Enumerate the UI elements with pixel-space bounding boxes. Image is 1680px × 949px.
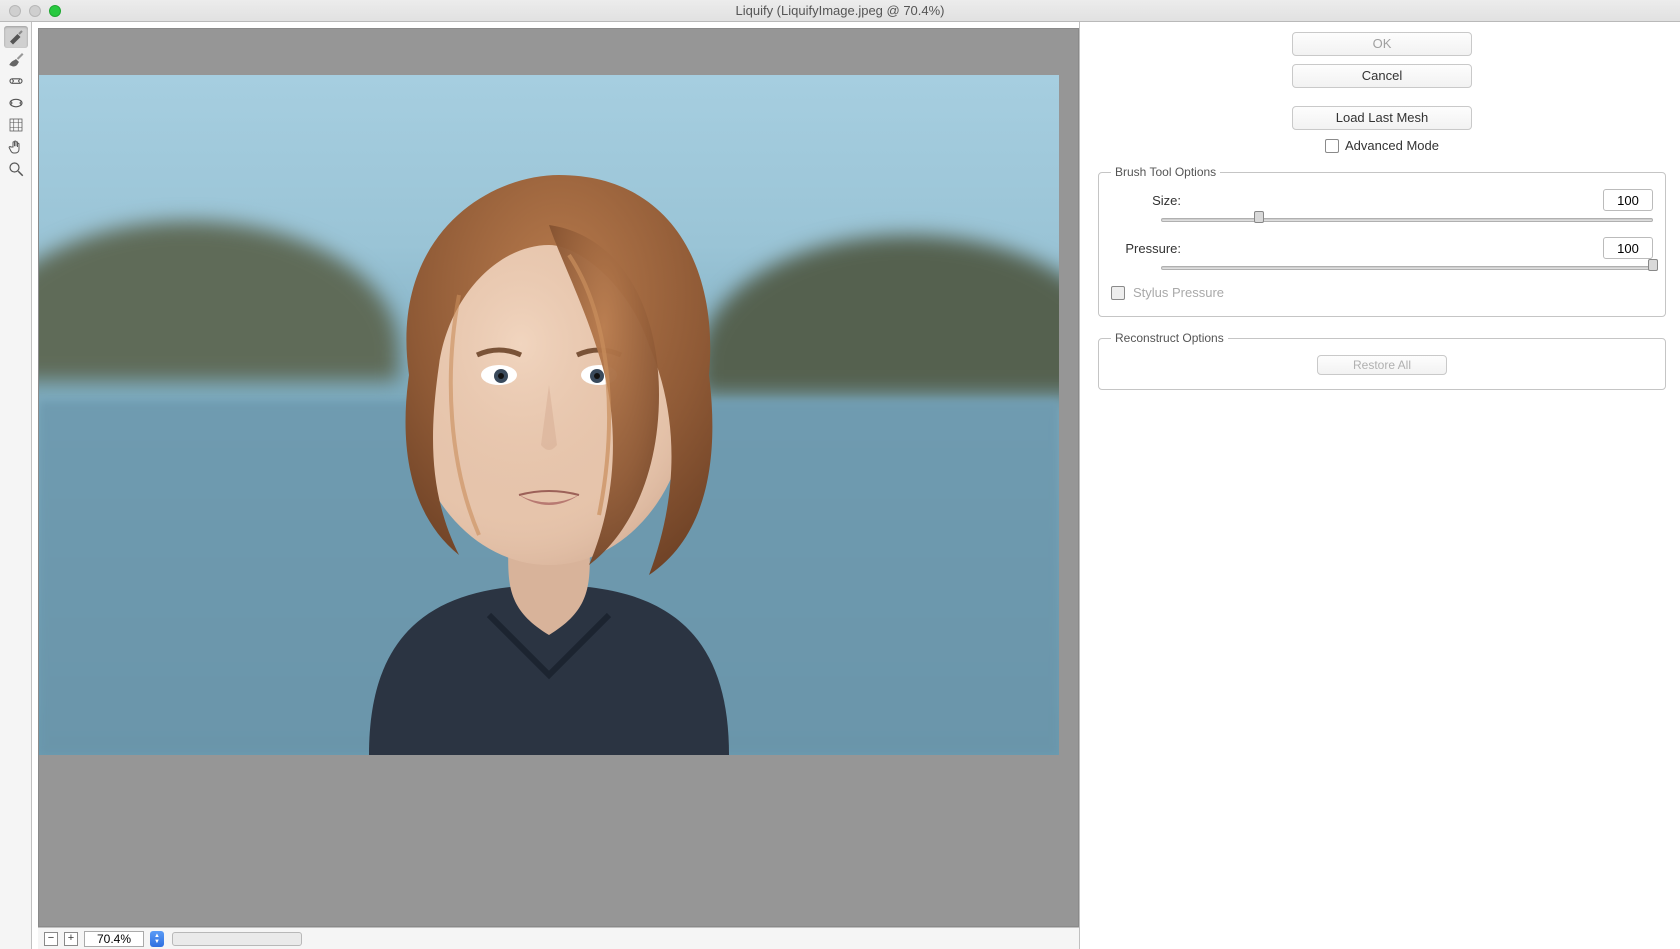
- canvas-area: − + ▲ ▼: [32, 22, 1080, 949]
- hand-tool[interactable]: [4, 136, 28, 158]
- tools-toolbar: [0, 22, 32, 949]
- zoom-field[interactable]: [84, 931, 144, 947]
- window-controls: [0, 5, 61, 17]
- horizontal-scrollbar[interactable]: [172, 932, 302, 946]
- reconstruct-tool[interactable]: [4, 48, 28, 70]
- zoom-tool[interactable]: [4, 158, 28, 180]
- advanced-mode-label: Advanced Mode: [1345, 138, 1439, 153]
- pucker-tool[interactable]: [4, 70, 28, 92]
- stylus-pressure-checkbox: [1111, 286, 1125, 300]
- brush-size-slider[interactable]: [1161, 213, 1653, 227]
- brush-size-label: Size:: [1111, 193, 1181, 208]
- forward-warp-tool[interactable]: [4, 26, 28, 48]
- close-window-button[interactable]: [9, 5, 21, 17]
- chevron-down-icon: ▼: [154, 939, 160, 945]
- image-content: [39, 75, 1059, 755]
- brush-pressure-row: Pressure:: [1111, 237, 1653, 259]
- pucker-icon: [7, 72, 25, 90]
- brush-tool-options-legend: Brush Tool Options: [1111, 165, 1220, 179]
- load-last-mesh-button[interactable]: Load Last Mesh: [1292, 106, 1472, 130]
- advanced-mode-row: Advanced Mode: [1098, 138, 1666, 153]
- stylus-pressure-row: Stylus Pressure: [1111, 285, 1653, 300]
- brush-tool-options-group: Brush Tool Options Size: Pressure: Stylu…: [1098, 165, 1666, 317]
- brush-size-row: Size:: [1111, 189, 1653, 211]
- magnifier-icon: [7, 160, 25, 178]
- bloat-tool[interactable]: [4, 92, 28, 114]
- cancel-button[interactable]: Cancel: [1292, 64, 1472, 88]
- reconstruct-options-group: Reconstruct Options Restore All: [1098, 331, 1666, 390]
- zoom-bar: − + ▲ ▼: [38, 927, 1079, 949]
- brush-pressure-field[interactable]: [1603, 237, 1653, 259]
- slider-thumb[interactable]: [1648, 259, 1658, 271]
- minimize-window-button[interactable]: [29, 5, 41, 17]
- advanced-mode-checkbox[interactable]: [1325, 139, 1339, 153]
- brush-pressure-label: Pressure:: [1111, 241, 1181, 256]
- zoom-stepper[interactable]: ▲ ▼: [150, 931, 164, 947]
- mesh-icon: [7, 116, 25, 134]
- options-panel: OK Cancel Load Last Mesh Advanced Mode B…: [1080, 22, 1680, 949]
- window-title: Liquify (LiquifyImage.jpeg @ 70.4%): [0, 3, 1680, 18]
- brush-icon: [7, 50, 25, 68]
- portrait-illustration: [249, 115, 849, 755]
- ok-button[interactable]: OK: [1292, 32, 1472, 56]
- titlebar: Liquify (LiquifyImage.jpeg @ 70.4%): [0, 0, 1680, 22]
- push-left-tool[interactable]: [4, 114, 28, 136]
- slider-track: [1161, 218, 1653, 222]
- image-viewport[interactable]: [38, 28, 1079, 927]
- bloat-icon: [7, 94, 25, 112]
- warp-icon: [7, 28, 25, 46]
- stylus-pressure-label: Stylus Pressure: [1133, 285, 1224, 300]
- zoom-out-button[interactable]: −: [44, 932, 58, 946]
- zoom-in-button[interactable]: +: [64, 932, 78, 946]
- brush-pressure-slider[interactable]: [1161, 261, 1653, 275]
- slider-thumb[interactable]: [1254, 211, 1264, 223]
- slider-track: [1161, 266, 1653, 270]
- brush-size-field[interactable]: [1603, 189, 1653, 211]
- hand-icon: [7, 138, 25, 156]
- maximize-window-button[interactable]: [49, 5, 61, 17]
- reconstruct-options-legend: Reconstruct Options: [1111, 331, 1228, 345]
- restore-all-button[interactable]: Restore All: [1317, 355, 1447, 375]
- image-canvas: [39, 29, 1078, 926]
